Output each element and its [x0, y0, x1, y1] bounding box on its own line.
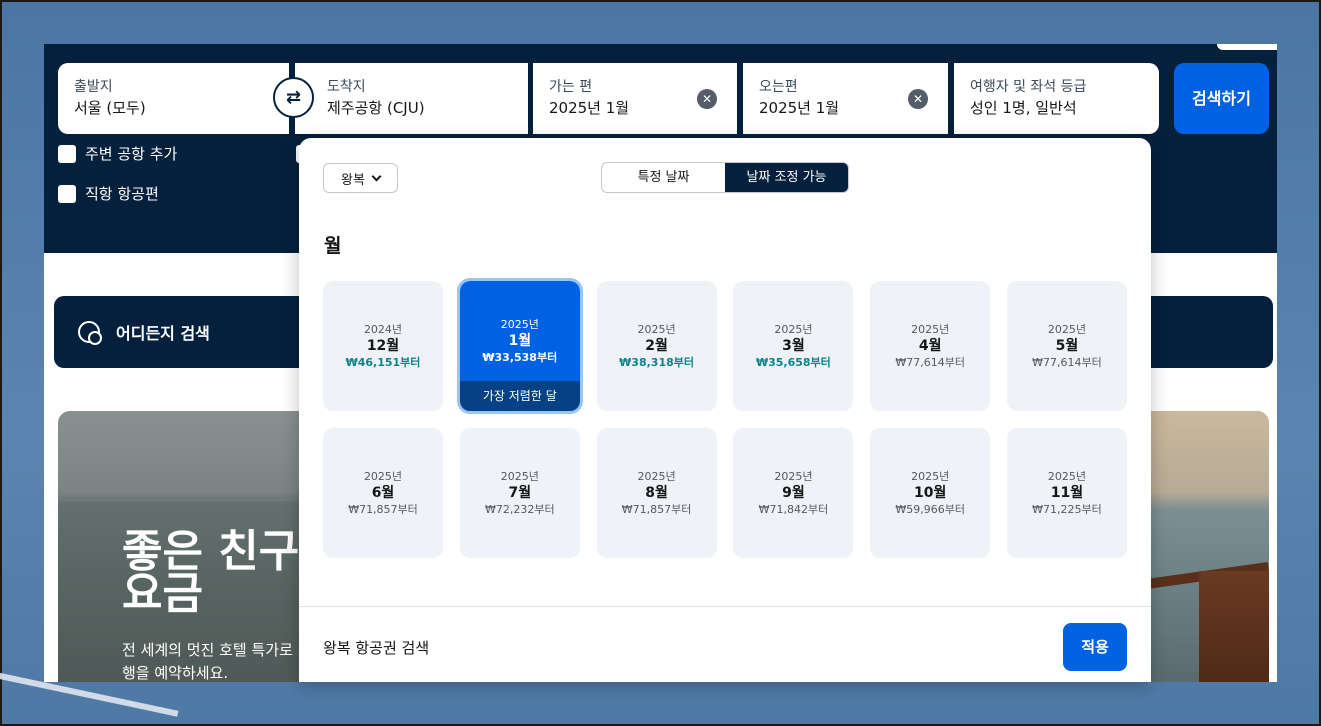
depart-value: 2025년 1월: [549, 99, 630, 117]
month-year: 2025년: [1047, 322, 1087, 336]
month-year: 2025년: [500, 318, 539, 331]
month-year: 2024년: [363, 322, 403, 336]
month-price: ₩71,225부터: [1032, 502, 1102, 516]
month-card-selected[interactable]: 2025년 1월 ₩33,538부터가장 저렴한 달: [456, 278, 583, 414]
month-year: 2025년: [500, 469, 539, 483]
trip-type-value: 왕복: [341, 172, 365, 188]
chevron-down-icon: [371, 171, 382, 181]
month-label: 2월: [645, 337, 668, 354]
nearby-airports-label: 주변 공항 추가: [85, 145, 178, 163]
apply-button[interactable]: 적용: [1063, 623, 1127, 671]
hero-subtext-line2: 행을 예약하세요.: [122, 664, 229, 682]
footer-text: 왕복 항공권 검색: [323, 639, 430, 657]
return-field[interactable]: 오는편 2025년 1월 ✕: [743, 63, 948, 134]
travellers-value: 성인 1명, 일반석: [970, 99, 1077, 117]
clear-return-icon[interactable]: ✕: [908, 89, 928, 109]
hero-headline-line2: 요금: [122, 568, 203, 619]
hero-headline: 좋은 친구 요금: [122, 526, 300, 619]
origin-label: 출발지: [74, 79, 113, 95]
checkbox-box[interactable]: [58, 184, 76, 203]
hero-subtext-line1: 전 세계의 멋진 호텔 특가로: [122, 641, 293, 659]
month-label: 5월: [1055, 337, 1079, 354]
month-price: ₩72,232부터: [484, 502, 555, 516]
month-price: ₩77,614부터: [1032, 355, 1102, 369]
month-label: 9월: [782, 484, 805, 501]
month-label: 3월: [782, 337, 805, 354]
explore-label: 어디든지 검색: [116, 324, 210, 343]
cheapest-month-badge: 가장 저렴한 달: [459, 381, 580, 411]
origin-value: 서울 (모두): [74, 99, 146, 117]
trip-type-dropdown[interactable]: 왕복: [323, 163, 398, 193]
search-button[interactable]: 검색하기: [1174, 63, 1269, 134]
checkbox-box[interactable]: [58, 144, 76, 163]
month-section-title: 월: [324, 235, 342, 257]
month-label: 12월: [366, 337, 400, 354]
destination-value: 제주공항 (CJU): [327, 99, 425, 117]
month-year: 2025년: [637, 322, 676, 336]
hero-headline-line1: 좋은 친구: [122, 526, 300, 577]
month-price: ₩38,318부터: [619, 355, 694, 369]
month-price: ₩77,614부터: [895, 355, 965, 369]
month-price: ₩59,966부터: [895, 502, 965, 516]
month-price: ₩33,538부터: [482, 351, 558, 364]
travellers-label: 여행자 및 좌석 등급: [970, 79, 1087, 95]
month-label: 11월: [1050, 484, 1084, 501]
hero-subtext: 전 세계의 멋진 호텔 특가로 행을 예약하세요.: [122, 639, 293, 682]
tab-specific-date[interactable]: 특정 날짜: [602, 163, 725, 192]
month-card[interactable]: 2025년 2월 ₩38,318부터: [596, 281, 717, 411]
month-card[interactable]: 2025년 5월 ₩77,614부터: [1006, 281, 1127, 411]
month-year: 2025년: [774, 469, 813, 483]
month-year: 2025년: [363, 469, 403, 483]
month-label: 8월: [645, 484, 668, 501]
header-tab: [1217, 44, 1277, 50]
date-picker-popup: 왕복 특정 날짜 날짜 조정 가능 월 2024년 12월 ₩46,151부터 20…: [299, 138, 1151, 682]
return-value: 2025년 1월: [759, 99, 840, 117]
direct-flights-label: 직항 항공편: [85, 185, 159, 203]
return-label: 오는편: [759, 79, 798, 95]
month-year: 2025년: [637, 469, 676, 483]
month-label: 1월: [508, 333, 532, 349]
destination-label: 도착지: [327, 79, 366, 95]
depart-label: 가는 편: [549, 79, 593, 95]
month-card[interactable]: 2025년 3월 ₩35,658부터: [733, 281, 854, 411]
month-price: ₩71,842부터: [758, 502, 829, 516]
month-price: ₩71,857부터: [621, 502, 692, 516]
month-label: 7월: [508, 484, 532, 501]
month-card[interactable]: 2025년 9월 ₩71,842부터: [733, 428, 854, 558]
swap-icon[interactable]: ⇄: [273, 77, 314, 118]
direct-flights-checkbox[interactable]: 직항 항공편: [58, 183, 159, 204]
globe-search-icon: [78, 321, 102, 345]
month-card[interactable]: 2025년 11월 ₩71,225부터: [1006, 428, 1127, 558]
origin-field[interactable]: 출발지 서울 (모두): [58, 63, 289, 134]
month-card[interactable]: 2025년 6월 ₩71,857부터: [323, 428, 443, 558]
picker-footer: 왕복 항공권 검색 적용: [299, 606, 1151, 682]
depart-field[interactable]: 가는 편 2025년 1월 ✕: [533, 63, 737, 134]
month-card[interactable]: 2025년 7월 ₩72,232부터: [459, 428, 580, 558]
month-card[interactable]: 2024년 12월 ₩46,151부터: [323, 281, 443, 411]
month-label: 10월: [914, 484, 947, 501]
month-grid: 2024년 12월 ₩46,151부터 2025년 1월 ₩33,538부터가장 저렴한…: [323, 278, 1127, 558]
date-mode-toggle: 특정 날짜 날짜 조정 가능: [601, 162, 849, 193]
month-label: 6월: [371, 484, 395, 501]
month-price: ₩71,857부터: [348, 502, 418, 516]
month-year: 2025년: [774, 322, 813, 336]
month-price: ₩35,658부터: [755, 355, 831, 369]
month-year: 2025년: [911, 322, 950, 336]
month-card[interactable]: 2025년 10월 ₩59,966부터: [870, 428, 991, 558]
month-label: 4월: [918, 337, 942, 354]
tab-flexible-date[interactable]: 날짜 조정 가능: [725, 163, 848, 192]
month-card[interactable]: 2025년 8월 ₩71,857부터: [596, 428, 717, 558]
month-year: 2025년: [911, 469, 950, 483]
month-year: 2025년: [1047, 469, 1087, 483]
wooden-deck: [1199, 571, 1269, 682]
travellers-field[interactable]: 여행자 및 좌석 등급 성인 1명, 일반석: [954, 63, 1159, 134]
destination-field[interactable]: 도착지 제주공항 (CJU): [295, 63, 528, 134]
month-price: ₩46,151부터: [345, 355, 421, 369]
nearby-airports-checkbox[interactable]: 주변 공항 추가: [58, 143, 177, 164]
month-card[interactable]: 2025년 4월 ₩77,614부터: [870, 281, 991, 411]
clear-depart-icon[interactable]: ✕: [697, 89, 717, 109]
